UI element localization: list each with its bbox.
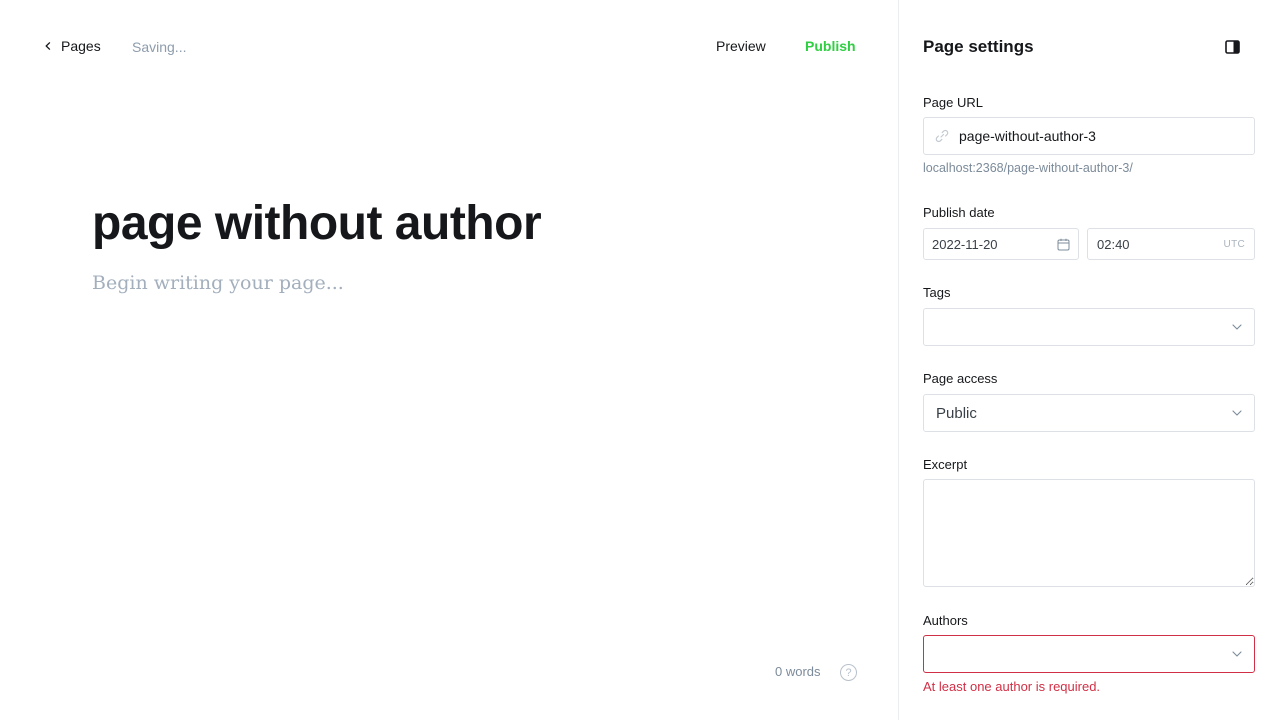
editor-app: Pages Saving... Preview Publish page wit… — [0, 0, 1280, 720]
sidebar-title: Page settings — [923, 37, 1034, 56]
tags-select[interactable] — [923, 308, 1255, 346]
chevron-down-icon — [1232, 651, 1242, 657]
timezone-label: UTC — [1223, 238, 1245, 250]
calendar-icon[interactable] — [1057, 238, 1070, 251]
publish-date-value: 2022-11-20 — [932, 236, 998, 252]
link-icon — [935, 129, 949, 143]
chevron-down-icon — [1232, 410, 1242, 416]
save-status: Saving... — [132, 39, 187, 55]
back-link-label: Pages — [61, 38, 101, 54]
help-icon[interactable]: ? — [840, 664, 857, 681]
editor-topbar: Pages Saving... Preview Publish — [0, 0, 898, 94]
publish-button[interactable]: Publish — [805, 38, 856, 54]
chevron-down-icon — [1232, 324, 1242, 330]
editor-body-placeholder[interactable]: Begin writing your page... — [92, 272, 344, 294]
tags-label: Tags — [923, 285, 951, 300]
page-url-input[interactable] — [959, 128, 1239, 144]
page-title[interactable]: page without author — [92, 194, 542, 254]
page-access-value: Public — [936, 404, 977, 422]
editor-pane: Pages Saving... Preview Publish page wit… — [0, 0, 899, 720]
page-url-hint: localhost:2368/page-without-author-3/ — [923, 161, 1133, 175]
preview-button[interactable]: Preview — [716, 38, 766, 54]
authors-label: Authors — [923, 613, 968, 628]
page-settings-sidebar: Page settings Page URL localhost:2368/pa… — [899, 0, 1280, 720]
excerpt-label: Excerpt — [923, 457, 968, 472]
publish-time-value: 02:40 — [1097, 236, 1130, 252]
page-access-label: Page access — [923, 371, 998, 386]
authors-select[interactable] — [923, 635, 1255, 673]
back-to-pages-link[interactable]: Pages — [44, 38, 101, 54]
authors-error-message: At least one author is required. — [923, 679, 1101, 694]
sidebar-toggle-icon[interactable] — [1225, 40, 1240, 54]
page-access-select[interactable]: Public — [923, 394, 1255, 432]
excerpt-textarea[interactable] — [923, 479, 1255, 587]
page-url-field[interactable] — [923, 117, 1255, 155]
word-count: 0 words — [775, 664, 821, 679]
publish-time-field[interactable]: 02:40 UTC — [1087, 228, 1255, 260]
chevron-left-icon — [45, 42, 51, 50]
page-url-label: Page URL — [923, 95, 983, 110]
publish-date-label: Publish date — [923, 205, 995, 220]
publish-date-field[interactable]: 2022-11-20 — [923, 228, 1079, 260]
